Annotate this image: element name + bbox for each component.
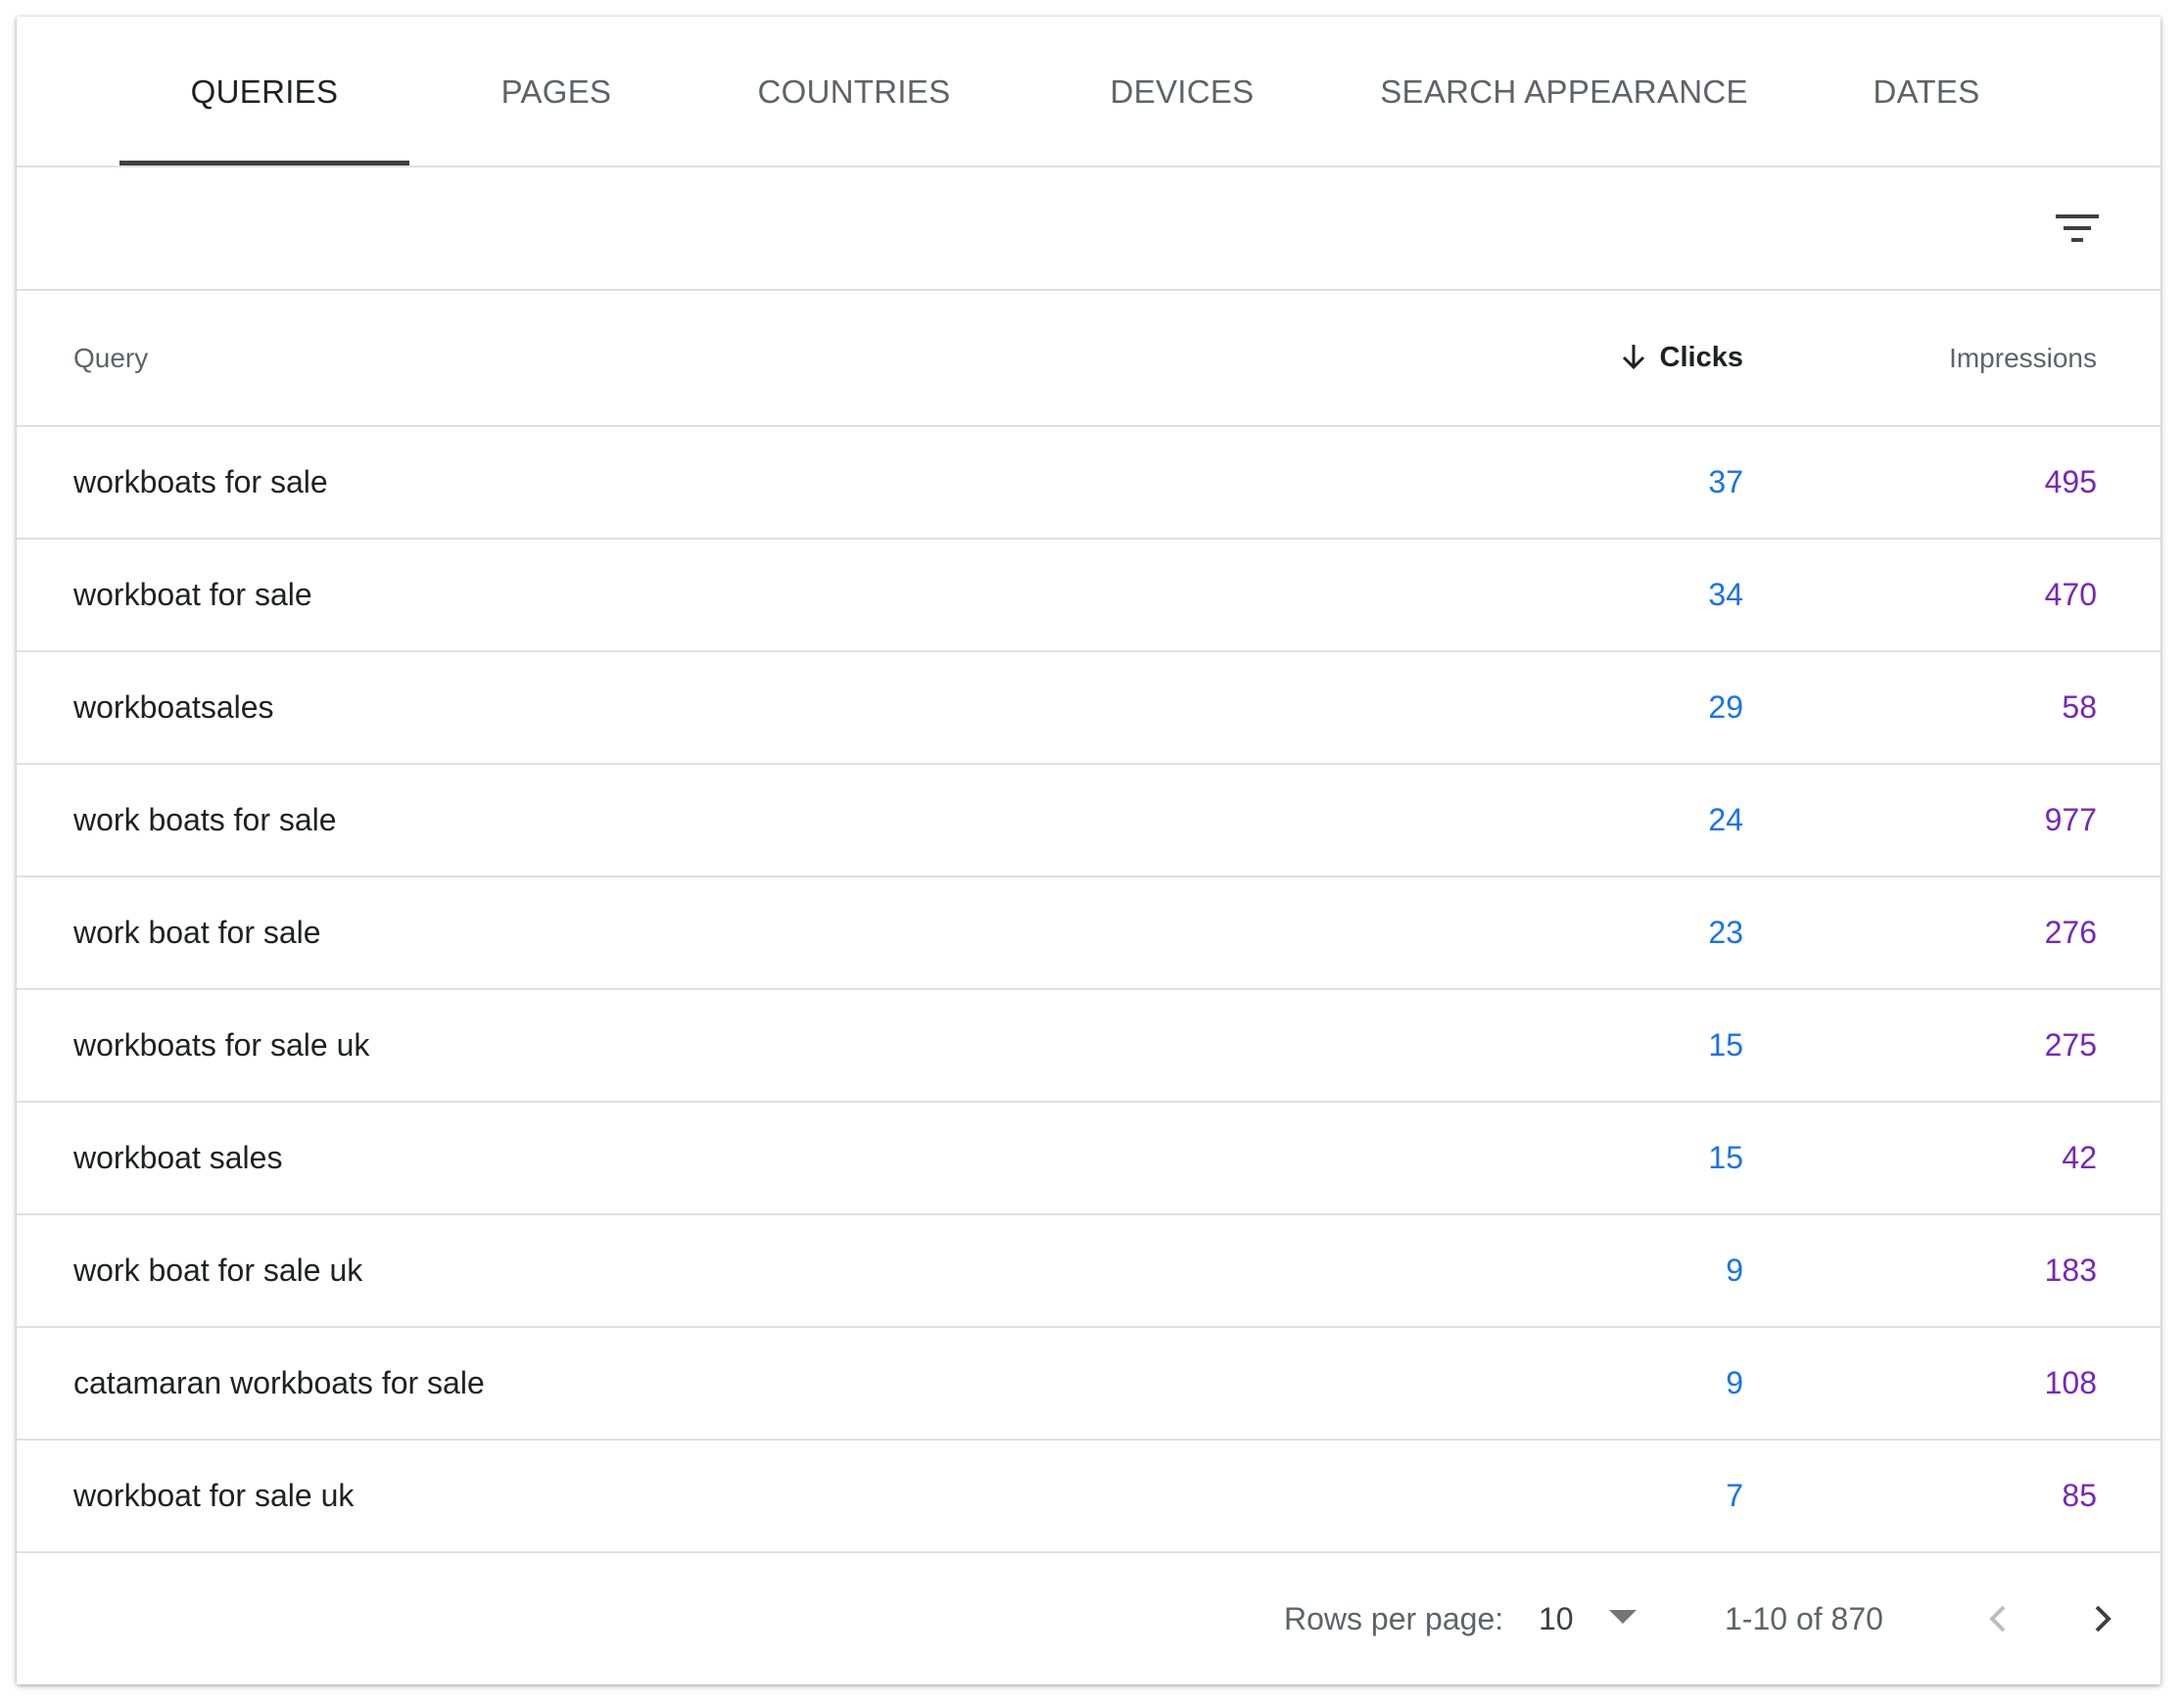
impressions-cell: 275 [2044, 1027, 2097, 1063]
table-toolbar [17, 167, 2160, 291]
tab-dates[interactable]: DATES [1819, 17, 2034, 167]
impressions-cell: 495 [2044, 464, 2097, 499]
clicks-cell: 29 [1708, 689, 1743, 725]
query-cell: work boat for sale [73, 915, 321, 950]
clicks-cell: 37 [1708, 464, 1743, 499]
impressions-cell: 85 [2062, 1478, 2097, 1513]
column-header-impressions[interactable]: Impressions [1949, 291, 2097, 425]
impressions-cell: 183 [2044, 1253, 2097, 1288]
table-row[interactable]: work boat for sale uk 9 183 [17, 1215, 2160, 1328]
query-cell: workboat for sale uk [73, 1478, 355, 1513]
clicks-cell: 24 [1708, 802, 1743, 837]
chevron-right-icon [2095, 1605, 2112, 1632]
rows-per-page-value: 10 [1539, 1601, 1574, 1636]
tab-countries[interactable]: COUNTRIES [702, 17, 1006, 167]
column-header-clicks[interactable]: Clicks [1619, 291, 1743, 425]
impressions-cell: 58 [2062, 689, 2097, 725]
tab-search-appearance[interactable]: SEARCH APPEARANCE [1349, 17, 1780, 167]
dimension-tabs: QUERIES PAGES COUNTRIES DEVICES SEARCH A… [17, 17, 2160, 167]
impressions-cell: 276 [2044, 915, 2097, 950]
clicks-cell: 15 [1708, 1027, 1743, 1063]
rows-per-page-select[interactable]: 10 [1539, 1585, 1656, 1652]
page-range-text: 1-10 of 870 [1725, 1601, 1883, 1636]
query-cell: work boats for sale [73, 802, 337, 837]
filter-button[interactable] [2052, 203, 2103, 254]
table-row[interactable]: workboats for sale uk 15 275 [17, 990, 2160, 1103]
clicks-cell: 9 [1726, 1365, 1743, 1400]
active-tab-indicator [119, 161, 409, 166]
query-cell: workboatsales [73, 689, 274, 725]
clicks-cell: 9 [1726, 1253, 1743, 1288]
clicks-cell: 15 [1708, 1140, 1743, 1175]
table-row[interactable]: work boats for sale 24 977 [17, 765, 2160, 877]
table-row[interactable]: workboatsales 29 58 [17, 652, 2160, 765]
query-cell: workboats for sale [73, 464, 328, 499]
clicks-cell: 34 [1708, 577, 1743, 612]
dropdown-arrow-icon [1609, 1610, 1637, 1624]
query-cell: catamaran workboats for sale [73, 1365, 485, 1400]
tab-pages[interactable]: PAGES [453, 17, 659, 167]
impressions-cell: 108 [2044, 1365, 2097, 1400]
next-page-button[interactable] [2076, 1592, 2129, 1645]
table-row[interactable]: workboat for sale uk 7 85 [17, 1441, 2160, 1553]
performance-table-card: QUERIES PAGES COUNTRIES DEVICES SEARCH A… [17, 17, 2160, 1684]
pagination-bar: Rows per page: 10 1-10 of 870 [17, 1553, 2160, 1684]
filter-list-icon [2056, 214, 2099, 242]
rows-per-page-label: Rows per page: [1284, 1601, 1504, 1636]
previous-page-button[interactable] [1971, 1592, 2024, 1645]
impressions-cell: 42 [2062, 1140, 2097, 1175]
arrow-down-icon [1622, 344, 1644, 369]
column-header-clicks-label: Clicks [1659, 342, 1743, 373]
tab-devices[interactable]: DEVICES [1055, 17, 1309, 167]
clicks-cell: 23 [1708, 915, 1743, 950]
clicks-cell: 7 [1726, 1478, 1743, 1513]
impressions-cell: 977 [2044, 802, 2097, 837]
table-row[interactable]: workboat sales 15 42 [17, 1103, 2160, 1215]
table-body: workboats for sale 37 495 workboat for s… [17, 427, 2160, 1553]
query-cell: workboats for sale uk [73, 1027, 370, 1063]
chevron-left-icon [1989, 1605, 2006, 1632]
column-header-query[interactable]: Query [73, 291, 148, 425]
table-row[interactable]: work boat for sale 23 276 [17, 877, 2160, 990]
impressions-cell: 470 [2044, 577, 2097, 612]
table-header-row: Query Clicks Impressions [17, 291, 2160, 427]
query-cell: workboat sales [73, 1140, 283, 1175]
table-row[interactable]: workboat for sale 34 470 [17, 540, 2160, 652]
table-row[interactable]: catamaran workboats for sale 9 108 [17, 1328, 2160, 1441]
query-cell: work boat for sale uk [73, 1253, 363, 1288]
query-cell: workboat for sale [73, 577, 312, 612]
table-row[interactable]: workboats for sale 37 495 [17, 427, 2160, 540]
tab-queries[interactable]: QUERIES [119, 17, 409, 167]
